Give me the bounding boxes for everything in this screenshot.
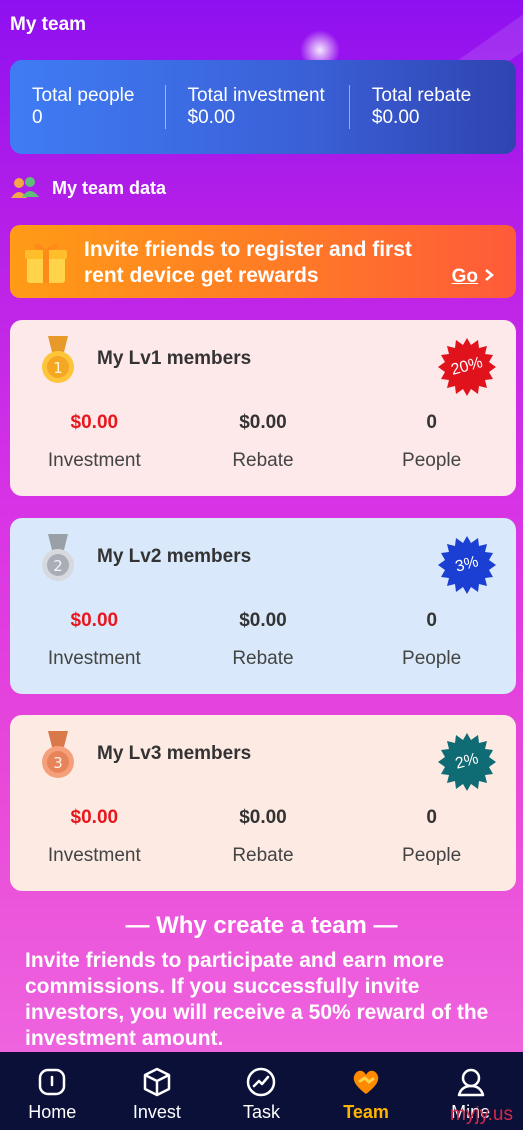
- tab-team[interactable]: Team: [314, 1052, 419, 1130]
- summary-total-people: Total people 0: [10, 85, 165, 129]
- team-data-title: My team data: [52, 177, 167, 198]
- people-stat: 0 People: [347, 807, 516, 867]
- rebate-value: $0.00: [239, 807, 287, 828]
- medal-number: 3: [53, 754, 63, 772]
- tab-home[interactable]: Home: [0, 1052, 105, 1130]
- summary-value: $0.00: [371, 107, 420, 128]
- chart-circle-icon: [245, 1066, 277, 1098]
- home-icon: [36, 1066, 68, 1098]
- people-value: 0: [426, 807, 437, 828]
- tab-task[interactable]: Task: [209, 1052, 314, 1130]
- rebate-label: Rebate: [232, 450, 294, 471]
- summary-value: $0.00: [187, 107, 236, 128]
- invite-text: Invite friends to register and first ren…: [84, 238, 412, 287]
- level-title: My Lv1 members: [97, 348, 252, 369]
- investment-label: Investment: [47, 450, 141, 471]
- medal-number: 1: [53, 359, 63, 377]
- gift-icon: [24, 239, 68, 285]
- bronze-medal-icon: 3: [40, 731, 76, 781]
- tab-label: Home: [28, 1102, 77, 1122]
- team-summary-card: Total people 0 Total investment $0.00 To…: [10, 60, 516, 154]
- rate-badge: 20%: [438, 338, 496, 396]
- level-title: My Lv3 members: [97, 743, 252, 764]
- rebate-label: Rebate: [232, 648, 294, 669]
- why-team-title: — Why create a team —: [125, 912, 398, 939]
- rebate-value: $0.00: [239, 412, 287, 433]
- page-title: My team: [10, 14, 87, 35]
- team-people-icon: [10, 176, 40, 200]
- chevron-right-icon: [484, 266, 494, 288]
- people-stat: 0 People: [347, 610, 516, 670]
- tab-invest[interactable]: Invest: [105, 1052, 210, 1130]
- invite-banner[interactable]: Invite friends to register and first ren…: [10, 225, 516, 298]
- go-label: Go: [451, 266, 478, 287]
- heart-team-icon: [350, 1066, 382, 1098]
- bottom-tab-bar: Home Invest Task Team Mine: [0, 1052, 523, 1130]
- user-icon: [455, 1066, 487, 1098]
- lv3-members-card[interactable]: 3 My Lv3 members 2% $0.00 Investment $0.…: [10, 715, 516, 891]
- tab-label: Task: [242, 1102, 280, 1122]
- rebate-value: $0.00: [239, 610, 287, 631]
- rebate-stat: $0.00 Rebate: [179, 412, 348, 472]
- summary-label: Total rebate: [371, 85, 472, 106]
- silver-medal-icon: 2: [40, 534, 76, 584]
- tab-label: Invest: [132, 1102, 181, 1122]
- investment-value: $0.00: [70, 412, 119, 433]
- rebate-stat: $0.00 Rebate: [179, 807, 348, 867]
- summary-value: 0: [32, 107, 43, 128]
- tab-label: Team: [343, 1102, 389, 1122]
- summary-total-rebate: Total rebate $0.00: [348, 85, 516, 129]
- people-value: 0: [426, 412, 437, 433]
- summary-label: Total people: [32, 85, 135, 106]
- people-label: People: [402, 450, 462, 471]
- medal-number: 2: [53, 557, 63, 575]
- investment-value: $0.00: [70, 807, 119, 828]
- summary-label: Total investment: [187, 85, 325, 106]
- rebate-label: Rebate: [232, 845, 294, 866]
- lv2-members-card[interactable]: 2 My Lv2 members 3% $0.00 Investment $0.…: [10, 518, 516, 694]
- people-value: 0: [426, 610, 437, 631]
- level-title: My Lv2 members: [97, 546, 252, 567]
- investment-value: $0.00: [70, 610, 119, 631]
- investment-label: Investment: [47, 648, 141, 669]
- people-label: People: [402, 648, 462, 669]
- rate-badge: 3%: [438, 536, 496, 594]
- lv1-members-card[interactable]: 1 My Lv1 members 20% $0.00 Investment $0…: [10, 320, 516, 496]
- rebate-stat: $0.00 Rebate: [179, 610, 348, 670]
- summary-total-investment: Total investment $0.00: [164, 85, 349, 129]
- why-team-text: Invite friends to participate and earn m…: [25, 949, 489, 1050]
- investment-stat: $0.00 Investment: [10, 412, 179, 472]
- team-data-heading: My team data: [10, 176, 166, 200]
- investment-label: Investment: [47, 845, 141, 866]
- watermark-text: myjy.us: [450, 1104, 513, 1125]
- people-label: People: [402, 845, 462, 866]
- cube-icon: [141, 1066, 173, 1098]
- investment-stat: $0.00 Investment: [10, 807, 179, 867]
- rate-badge: 2%: [438, 733, 496, 791]
- gold-medal-icon: 1: [40, 336, 76, 386]
- people-stat: 0 People: [347, 412, 516, 472]
- investment-stat: $0.00 Investment: [10, 610, 179, 670]
- invite-go-link[interactable]: Go: [452, 266, 494, 288]
